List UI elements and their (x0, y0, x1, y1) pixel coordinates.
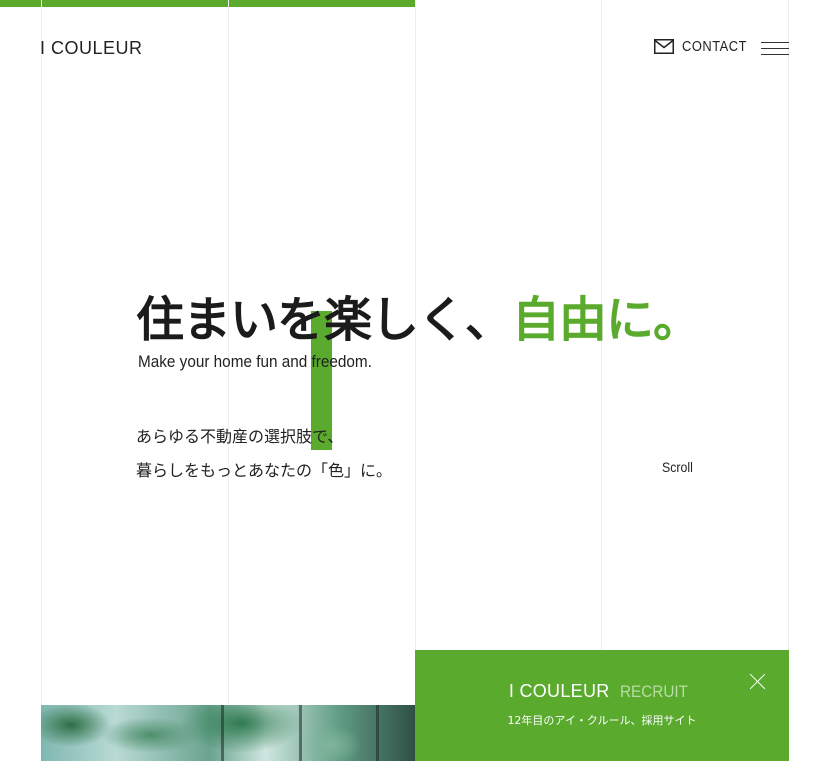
grid-line (601, 0, 602, 705)
hero-copy-line-2: 暮らしをもっとあなたの「色」に。 (136, 461, 393, 480)
contact-link[interactable]: CONTACT (654, 38, 758, 55)
recruit-brand: I COULEUR (508, 681, 610, 701)
grid-line (41, 0, 42, 705)
hero-tagline: Make your home fun and freedom. (138, 352, 372, 371)
hamburger-menu-icon[interactable] (761, 40, 789, 56)
mail-icon (654, 39, 674, 54)
hero-headline: 住まいを楽しく、自由に。 (136, 280, 701, 350)
hero-photo (41, 705, 415, 761)
grid-line (415, 0, 416, 705)
top-accent-bar (0, 0, 415, 7)
site-logo[interactable]: I COULEUR (40, 38, 143, 59)
scroll-link[interactable]: Scroll (662, 459, 693, 475)
recruit-banner[interactable]: I COULEUR RECRUIT 12年目のアイ・クルール、採用サイト (415, 650, 789, 761)
contact-label: CONTACT (682, 38, 748, 55)
headline-accent: 自由に。 (512, 292, 701, 348)
recruit-title: I COULEUR RECRUIT (415, 681, 789, 702)
grid-line (788, 0, 789, 705)
recruit-label: RECRUIT (619, 682, 688, 701)
recruit-description: 12年目のアイ・クルール、採用サイト (507, 714, 697, 727)
headline-main: 住まいを楽しく、 (136, 292, 513, 348)
hero-copy-line-1: あらゆる不動産の選択肢で、 (136, 427, 344, 446)
close-icon[interactable] (749, 673, 766, 690)
